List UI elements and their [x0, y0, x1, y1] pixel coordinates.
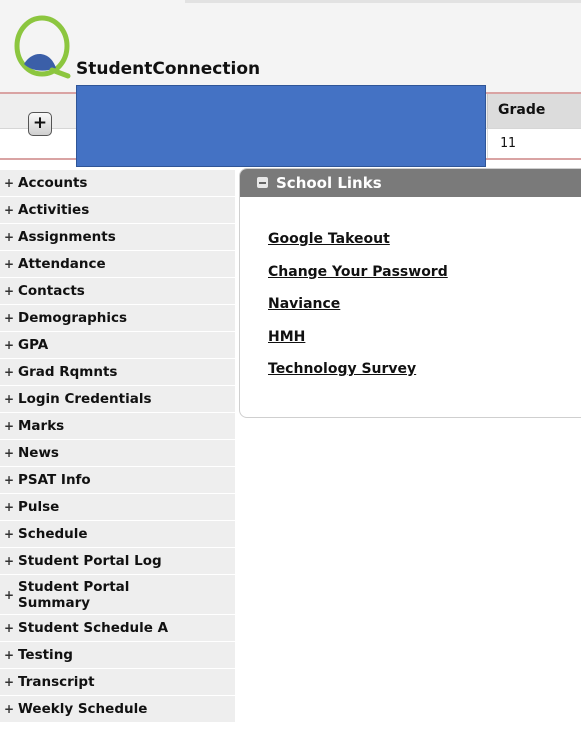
sidebar-item-grad-rqmnts[interactable]: + Grad Rqmnts [0, 359, 235, 386]
sidebar-item-label: Testing [18, 647, 73, 663]
sidebar-item-demographics[interactable]: + Demographics [0, 305, 235, 332]
expand-icon: + [3, 675, 15, 689]
sidebar-item-label: GPA [18, 337, 49, 353]
sidebar-item-login-credentials[interactable]: + Login Credentials [0, 386, 235, 413]
sidebar-item-label: News [18, 445, 59, 461]
panel-title: School Links [276, 174, 382, 192]
sidebar-item-label: Student Portal Summary [18, 578, 130, 611]
expand-icon: + [3, 392, 15, 406]
expand-icon: + [3, 500, 15, 514]
sidebar-item-marks[interactable]: + Marks [0, 413, 235, 440]
top-divider [185, 0, 581, 3]
expand-icon: + [3, 554, 15, 568]
sidebar-item-transcript[interactable]: + Transcript [0, 669, 235, 696]
link-change-password[interactable]: Change Your Password [268, 264, 448, 297]
app-title: StudentConnection [76, 59, 261, 79]
sidebar-item-student-schedule-a[interactable]: + Student Schedule A [0, 615, 235, 642]
expand-icon: + [3, 284, 15, 298]
link-naviance[interactable]: Naviance [268, 296, 448, 329]
sidebar-item-label: Weekly Schedule [18, 701, 148, 717]
sidebar-item-label: Student Portal Log [18, 553, 162, 569]
expand-icon: + [3, 311, 15, 325]
expand-icon: + [3, 527, 15, 541]
sidebar-item-attendance[interactable]: + Attendance [0, 251, 235, 278]
sidebar-item-student-portal-log[interactable]: + Student Portal Log [0, 548, 235, 575]
school-links-panel: School Links Google Takeout Change Your … [239, 168, 581, 418]
expand-icon: + [3, 702, 15, 716]
collapse-icon[interactable] [257, 177, 268, 188]
redacted-student-info [76, 85, 486, 167]
grade-value: 11 [500, 136, 516, 151]
sidebar-item-news[interactable]: + News [0, 440, 235, 467]
school-links-list: Google Takeout Change Your Password Navi… [268, 231, 448, 394]
sidebar-item-student-portal-summary[interactable]: + Student Portal Summary [0, 575, 235, 615]
sidebar-item-label: Attendance [18, 256, 106, 272]
panel-header: School Links [240, 169, 581, 197]
sidebar-item-label: Assignments [18, 229, 116, 245]
sidebar-nav: + Accounts + Activities + Assignments + Atte… [0, 170, 235, 723]
sidebar-item-label: Pulse [18, 499, 60, 515]
expand-icon: + [3, 365, 15, 379]
expand-icon: + [3, 203, 15, 217]
link-hmh[interactable]: HMH [268, 329, 448, 362]
expand-icon: + [3, 446, 15, 460]
expand-icon: + [3, 587, 15, 602]
sidebar-item-weekly-schedule[interactable]: + Weekly Schedule [0, 696, 235, 723]
studentconnection-logo-icon [14, 15, 71, 79]
grade-header-label: Grade [498, 102, 546, 118]
sidebar-item-label: Contacts [18, 283, 85, 299]
sidebar-item-pulse[interactable]: + Pulse [0, 494, 235, 521]
sidebar-item-label: Transcript [18, 674, 95, 690]
expand-icon: + [3, 473, 15, 487]
sidebar-item-schedule[interactable]: + Schedule [0, 521, 235, 548]
link-technology-survey[interactable]: Technology Survey [268, 361, 448, 394]
sidebar-item-psat-info[interactable]: + PSAT Info [0, 467, 235, 494]
link-google-takeout[interactable]: Google Takeout [268, 231, 448, 264]
sidebar-item-activities[interactable]: + Activities [0, 197, 235, 224]
expand-icon: + [3, 338, 15, 352]
sidebar-item-label: Activities [18, 202, 90, 218]
sidebar-item-label: Login Credentials [18, 391, 152, 407]
sidebar-item-gpa[interactable]: + GPA [0, 332, 235, 359]
expand-icon: + [3, 621, 15, 635]
add-student-button[interactable]: + [28, 112, 52, 136]
grade-column-header: Grade [487, 94, 581, 128]
sidebar-item-label: Grad Rqmnts [18, 364, 118, 380]
sidebar-item-testing[interactable]: + Testing [0, 642, 235, 669]
expand-icon: + [3, 230, 15, 244]
expand-icon: + [3, 648, 15, 662]
sidebar-item-label: Marks [18, 418, 65, 434]
sidebar-item-assignments[interactable]: + Assignments [0, 224, 235, 251]
expand-icon: + [3, 419, 15, 433]
sidebar-item-label: Demographics [18, 310, 128, 326]
sidebar-item-label: Schedule [18, 526, 88, 542]
expand-icon: + [3, 176, 15, 190]
sidebar-item-accounts[interactable]: + Accounts [0, 170, 235, 197]
sidebar-item-label: Accounts [18, 175, 88, 191]
expand-icon: + [3, 257, 15, 271]
grade-cell: 11 [487, 129, 581, 158]
sidebar-item-label: PSAT Info [18, 472, 91, 488]
sidebar-item-label: Student Schedule A [18, 620, 169, 636]
sidebar-item-contacts[interactable]: + Contacts [0, 278, 235, 305]
